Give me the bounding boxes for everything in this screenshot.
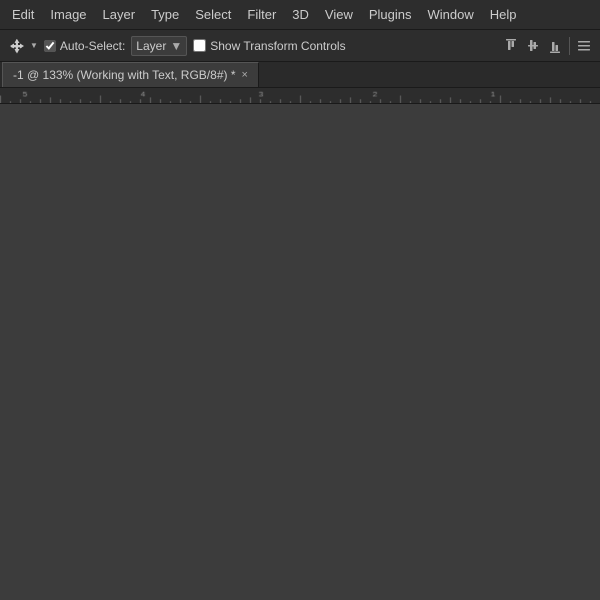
- show-transform-checkbox[interactable]: [193, 39, 206, 52]
- auto-select-group: Auto-Select:: [44, 39, 125, 53]
- options-bar: ▼ Auto-Select: Layer ▼ Show Transform Co…: [0, 30, 600, 62]
- transform-controls-group: Show Transform Controls: [193, 39, 345, 53]
- menu-layer[interactable]: Layer: [95, 3, 144, 26]
- show-transform-label: Show Transform Controls: [210, 39, 345, 53]
- menu-image[interactable]: Image: [42, 3, 94, 26]
- menu-type[interactable]: Type: [143, 3, 187, 26]
- tab-bar: -1 @ 133% (Working with Text, RGB/8#) * …: [0, 62, 600, 88]
- menu-select[interactable]: Select: [187, 3, 239, 26]
- tab-title: -1 @ 133% (Working with Text, RGB/8#) *: [13, 68, 236, 82]
- menu-bar: Edit Image Layer Type Select Filter 3D V…: [0, 0, 600, 30]
- auto-select-checkbox[interactable]: [44, 40, 56, 52]
- menu-view[interactable]: View: [317, 3, 361, 26]
- align-separator: [569, 37, 570, 55]
- layer-select[interactable]: Layer ▼: [131, 36, 187, 56]
- auto-select-label: Auto-Select:: [60, 39, 125, 53]
- menu-3d[interactable]: 3D: [284, 3, 317, 26]
- options-menu-icon[interactable]: [574, 36, 594, 56]
- align-center-v-icon[interactable]: [523, 36, 543, 56]
- ruler-canvas: [0, 88, 600, 103]
- menu-edit[interactable]: Edit: [4, 3, 42, 26]
- align-icons-group: [501, 36, 594, 56]
- document-tab[interactable]: -1 @ 133% (Working with Text, RGB/8#) * …: [2, 62, 259, 87]
- move-tool-chevron: ▼: [30, 41, 38, 50]
- canvas-area[interactable]: [0, 104, 600, 599]
- move-tool-icon: [6, 35, 28, 57]
- align-top-icon[interactable]: [501, 36, 521, 56]
- layer-select-chevron: ▼: [170, 39, 182, 53]
- menu-filter[interactable]: Filter: [239, 3, 284, 26]
- tab-close-button[interactable]: ×: [242, 70, 248, 81]
- menu-window[interactable]: Window: [420, 3, 482, 26]
- menu-help[interactable]: Help: [482, 3, 525, 26]
- layer-select-value: Layer: [136, 39, 166, 53]
- horizontal-ruler: [0, 88, 600, 104]
- menu-plugins[interactable]: Plugins: [361, 3, 420, 26]
- move-tool[interactable]: ▼: [6, 35, 38, 57]
- align-bottom-icon[interactable]: [545, 36, 565, 56]
